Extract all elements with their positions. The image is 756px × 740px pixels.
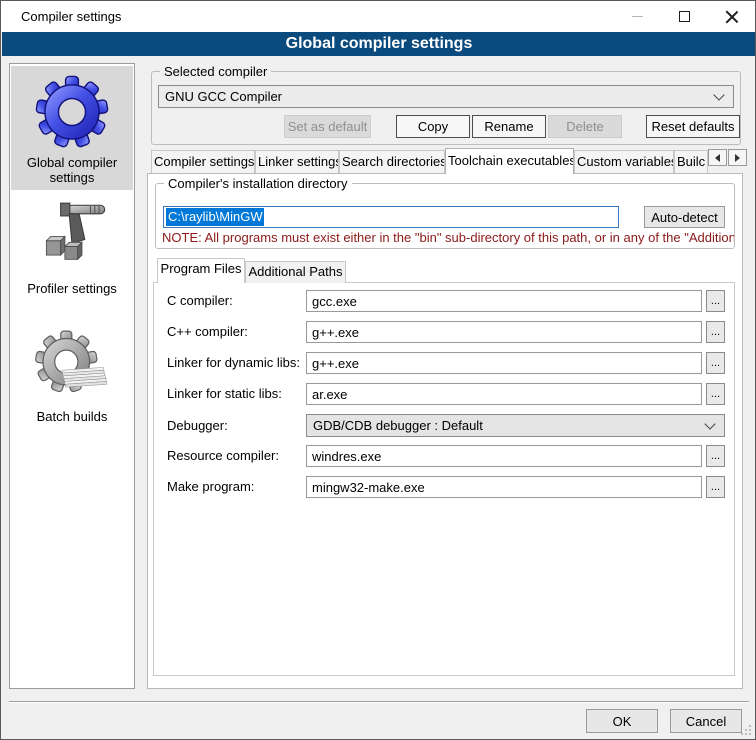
sidebar-item-batch-builds[interactable]: Batch builds (11, 320, 133, 420)
cpp-compiler-input[interactable] (306, 321, 702, 343)
copy-button[interactable]: Copy (396, 115, 470, 138)
triangle-left-icon (715, 154, 720, 162)
debugger-value: GDB/CDB debugger : Default (307, 418, 706, 433)
sidebar-item-global-compiler-settings[interactable]: Global compiler settings (11, 66, 133, 190)
installation-directory-selected-text: C:\raylib\MinGW (166, 208, 264, 226)
linker-dynamic-input[interactable] (306, 352, 702, 374)
installation-directory-input[interactable]: C:\raylib\MinGW (163, 206, 619, 228)
cpp-compiler-browse-button[interactable]: ... (706, 321, 725, 343)
resource-compiler-browse-button[interactable]: ... (706, 445, 725, 467)
window-title: Compiler settings (21, 9, 121, 24)
make-program-input[interactable] (306, 476, 702, 498)
sidebar-item-label: Global compiler settings (11, 153, 133, 191)
installation-directory-group-label: Compiler's installation directory (164, 176, 352, 191)
c-compiler-input[interactable] (306, 290, 702, 312)
tab-toolchain-executables[interactable]: Toolchain executables (445, 148, 574, 174)
auto-detect-button[interactable]: Auto-detect (644, 206, 725, 228)
minimize-icon (632, 16, 643, 17)
tab-compiler-settings[interactable]: Compiler settings (151, 150, 255, 173)
sidebar-item-label: Profiler settings (11, 279, 133, 302)
set-as-default-button[interactable]: Set as default (284, 115, 371, 138)
resource-compiler-label: Resource compiler: (167, 448, 279, 463)
resource-compiler-input[interactable] (306, 445, 702, 467)
compiler-settings-dialog: Compiler settings Global compiler settin… (0, 0, 756, 740)
chevron-down-icon (704, 418, 715, 429)
tab-linker-settings[interactable]: Linker settings (255, 150, 339, 173)
linker-static-input[interactable] (306, 383, 702, 405)
linker-static-browse-button[interactable]: ... (706, 383, 725, 405)
make-program-browse-button[interactable]: ... (706, 476, 725, 498)
maximize-button[interactable] (661, 1, 708, 32)
subtab-program-files[interactable]: Program Files (157, 258, 245, 283)
resize-grip-icon[interactable] (740, 724, 752, 736)
sidebar-item-profiler-settings[interactable]: Profiler settings (11, 192, 133, 297)
minimize-button[interactable] (614, 1, 661, 32)
tab-search-directories[interactable]: Search directories (339, 150, 445, 173)
debugger-label: Debugger: (167, 418, 228, 433)
gray-gear-stack-icon (11, 325, 133, 407)
tab-build-options-truncated[interactable]: Builc (674, 150, 708, 173)
triangle-right-icon (735, 154, 740, 162)
note-text: NOTE: All programs must exist either in … (162, 230, 734, 245)
linker-static-label: Linker for static libs: (167, 386, 282, 401)
close-icon (725, 10, 738, 23)
subtab-additional-paths[interactable]: Additional Paths (245, 261, 346, 283)
selected-compiler-dropdown[interactable]: GNU GCC Compiler (158, 85, 734, 108)
tab-custom-variables[interactable]: Custom variables (574, 150, 674, 173)
page-title: Global compiler settings (2, 32, 756, 56)
linker-dynamic-browse-button[interactable]: ... (706, 352, 725, 374)
make-program-label: Make program: (167, 479, 254, 494)
maximize-icon (679, 11, 690, 22)
window-controls (614, 1, 755, 32)
blue-gear-icon (11, 71, 133, 153)
chevron-down-icon (713, 89, 724, 100)
selected-compiler-value: GNU GCC Compiler (159, 89, 715, 104)
caliper-cubes-icon (11, 197, 133, 279)
linker-dynamic-label: Linker for dynamic libs: (167, 355, 300, 370)
tab-scroll-right-button[interactable] (728, 149, 747, 166)
titlebar[interactable]: Compiler settings (1, 1, 755, 32)
c-compiler-browse-button[interactable]: ... (706, 290, 725, 312)
close-button[interactable] (708, 1, 755, 32)
footer-divider (9, 701, 749, 703)
cancel-button[interactable]: Cancel (670, 709, 742, 733)
rename-button[interactable]: Rename (472, 115, 546, 138)
ok-button[interactable]: OK (586, 709, 658, 733)
debugger-dropdown[interactable]: GDB/CDB debugger : Default (306, 414, 725, 437)
cpp-compiler-label: C++ compiler: (167, 324, 248, 339)
c-compiler-label: C compiler: (167, 293, 233, 308)
sidebar-item-label: Batch builds (11, 407, 133, 430)
tab-scroll-left-button[interactable] (708, 149, 727, 166)
reset-defaults-button[interactable]: Reset defaults (646, 115, 740, 138)
selected-compiler-group-label: Selected compiler (160, 64, 271, 79)
sidebar: Global compiler settings (9, 63, 135, 689)
delete-button[interactable]: Delete (548, 115, 622, 138)
